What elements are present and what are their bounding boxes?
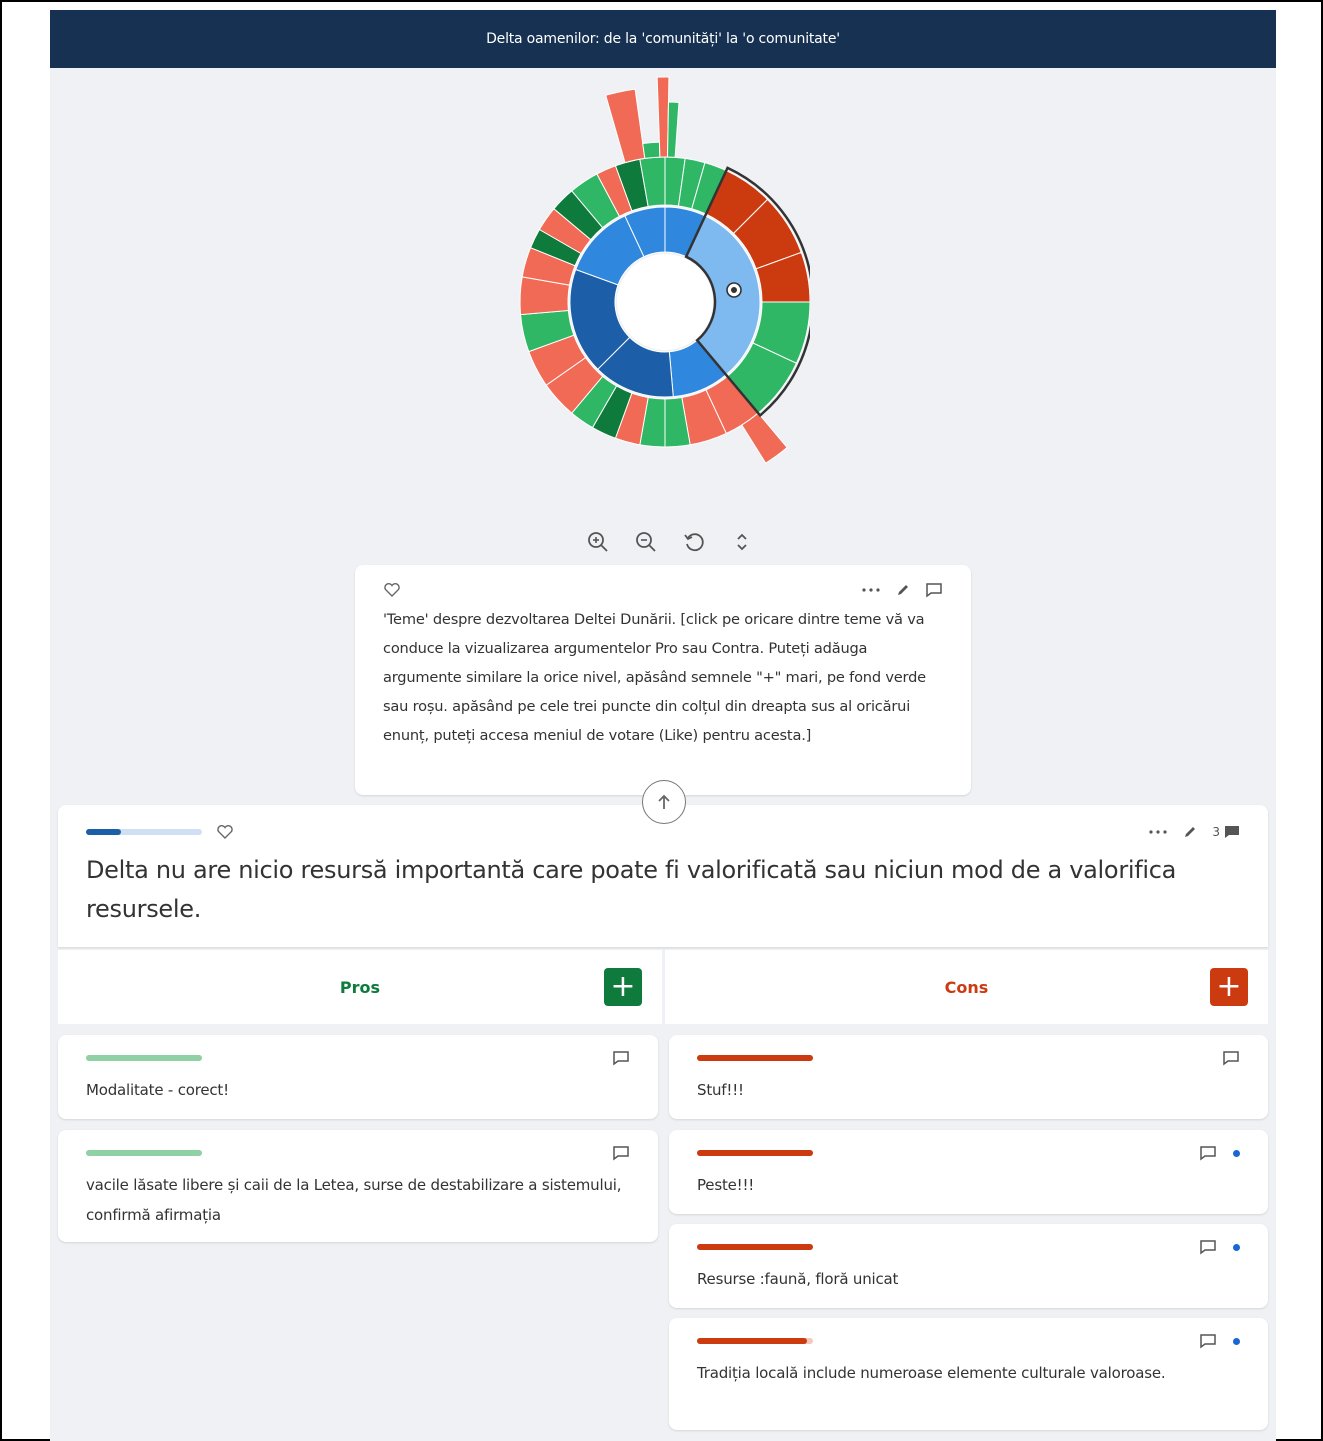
comment-count: 3 — [1212, 825, 1220, 839]
vote-meter — [697, 1244, 813, 1250]
sunburst-bar[interactable] — [667, 101, 680, 158]
argument-text: Modalitate - corect! — [86, 1081, 229, 1099]
comment-icon[interactable] — [1222, 1050, 1240, 1066]
pro-card[interactable]: vacile lăsate libere și caii de la Letea… — [58, 1130, 658, 1242]
expand-icon[interactable] — [728, 528, 756, 556]
pros-header: Pros + — [58, 950, 662, 1024]
heart-icon[interactable] — [383, 582, 401, 598]
comment-icon[interactable] — [1199, 1239, 1217, 1255]
argument-text: vacile lăsate libere și caii de la Letea… — [86, 1176, 622, 1224]
con-card[interactable]: Resurse :faună, floră unicat — [669, 1224, 1268, 1308]
con-card[interactable]: Stuf!!! — [669, 1035, 1268, 1119]
comment-icon[interactable] — [925, 582, 943, 598]
cons-header: Cons + — [665, 950, 1268, 1024]
con-card[interactable]: Peste!!! — [669, 1130, 1268, 1214]
vote-meter — [697, 1055, 813, 1061]
arrow-up-icon — [658, 794, 670, 809]
zoom-in-icon[interactable] — [584, 528, 612, 556]
comment-icon[interactable] — [1199, 1333, 1217, 1349]
vote-meter — [697, 1150, 813, 1156]
unread-dot — [1233, 1337, 1240, 1345]
zoom-out-icon[interactable] — [632, 528, 660, 556]
comment-filled-icon — [1225, 825, 1239, 838]
claim-card: 3 Delta nu are nicio resursă importantă … — [58, 805, 1268, 947]
claim-title: Delta nu are nicio resursă importantă ca… — [86, 856, 1177, 923]
add-con-button[interactable]: + — [1210, 968, 1248, 1006]
app: Delta oamenilor: de la 'comunități' la '… — [50, 10, 1276, 1441]
argument-text: Resurse :faună, floră unicat — [697, 1270, 899, 1288]
comment-icon[interactable] — [1199, 1145, 1217, 1161]
topic-text: 'Teme' despre dezvoltarea Deltei Dunării… — [383, 611, 926, 744]
argument-text: Tradiția locală include numeroase elemen… — [697, 1364, 1166, 1382]
vote-meter — [86, 1150, 202, 1156]
more-icon[interactable] — [861, 587, 881, 593]
cons-label: Cons — [944, 977, 989, 997]
unread-dot — [1233, 1149, 1240, 1157]
heart-icon[interactable] — [216, 824, 234, 840]
comment-icon[interactable] — [612, 1145, 630, 1161]
topic-card: 'Teme' despre dezvoltarea Deltei Dunării… — [355, 565, 971, 795]
edit-icon[interactable] — [895, 582, 911, 598]
pros-label: Pros — [339, 977, 381, 997]
page-title: Delta oamenilor: de la 'comunități' la '… — [486, 31, 840, 47]
sunburst-bar[interactable] — [741, 412, 788, 464]
vote-meter — [697, 1338, 813, 1344]
vote-meter — [86, 1055, 202, 1061]
reset-icon[interactable] — [680, 528, 708, 556]
claim-vote-meter — [86, 829, 202, 835]
sunburst-bar[interactable] — [642, 141, 661, 159]
add-pro-button[interactable]: + — [604, 968, 642, 1006]
edit-icon[interactable] — [1182, 824, 1198, 840]
more-icon[interactable] — [1148, 829, 1168, 835]
sunburst-center[interactable] — [617, 254, 713, 350]
zoom-toolbar — [570, 524, 770, 560]
target-icon-dot — [731, 287, 737, 293]
header: Delta oamenilor: de la 'comunități' la '… — [50, 10, 1276, 68]
comments-button[interactable]: 3 — [1212, 825, 1240, 840]
con-card[interactable]: Tradiția locală include numeroase elemen… — [669, 1318, 1268, 1430]
pro-card[interactable]: Modalitate - corect! — [58, 1035, 658, 1119]
sunburst-chart[interactable] — [510, 72, 810, 472]
argument-text: Stuf!!! — [697, 1081, 744, 1099]
scroll-up-button[interactable] — [642, 780, 686, 824]
argument-text: Peste!!! — [697, 1176, 755, 1194]
comment-icon[interactable] — [612, 1050, 630, 1066]
sunburst-bar[interactable] — [605, 88, 646, 164]
unread-dot — [1233, 1243, 1240, 1251]
